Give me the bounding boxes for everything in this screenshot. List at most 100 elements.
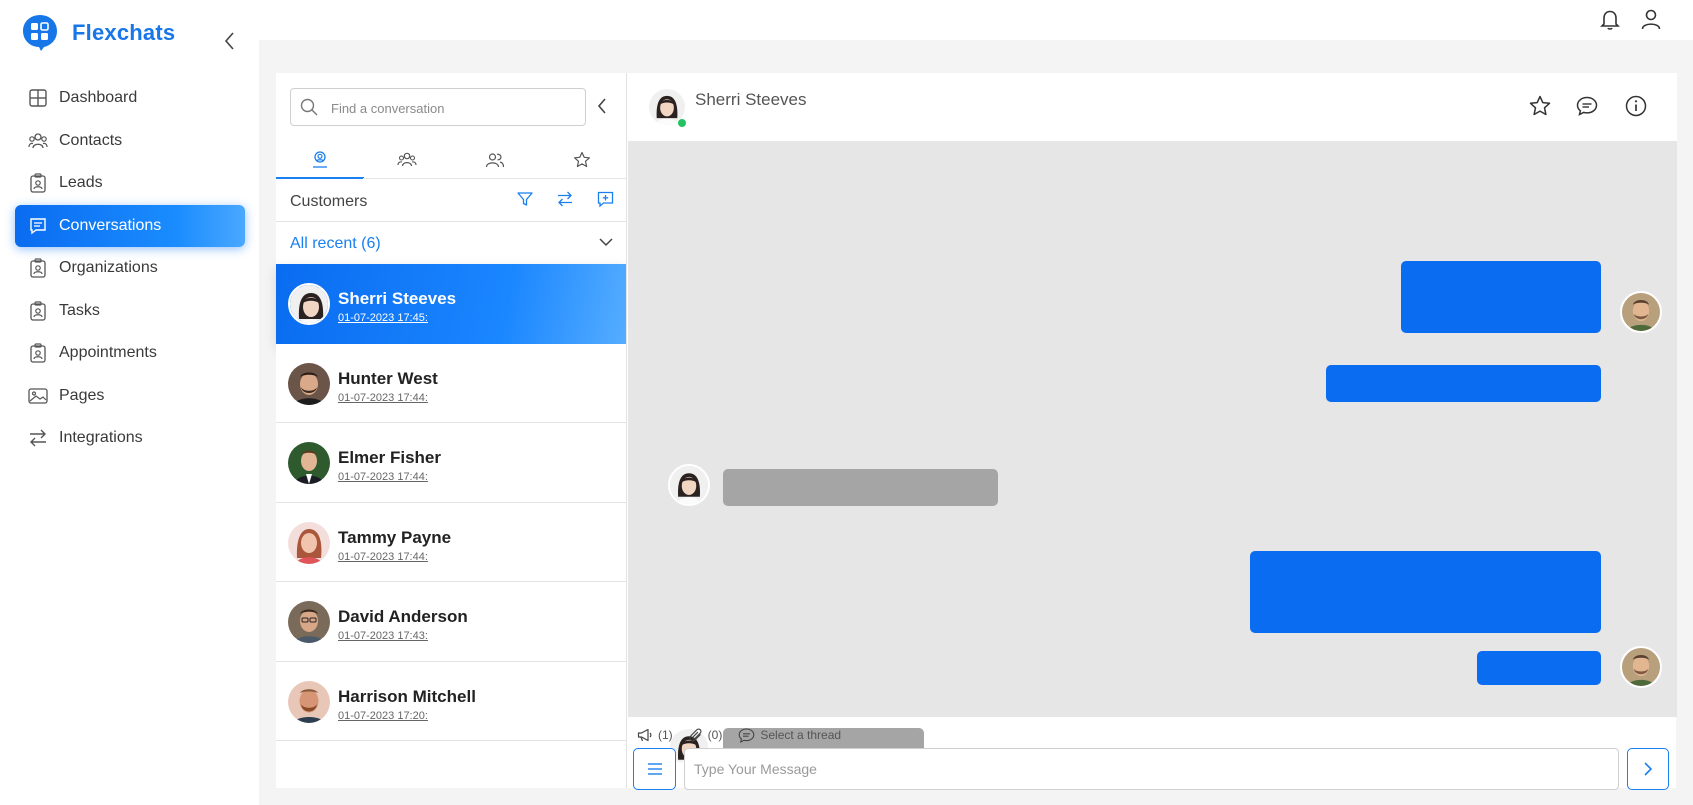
- contact-name: Tammy Payne: [338, 527, 452, 547]
- announcements-toggle[interactable]: (1): [637, 728, 673, 742]
- sidebar-item-label: Integrations: [59, 429, 143, 446]
- sidebar-item-organizations[interactable]: Organizations: [15, 247, 245, 289]
- sidebar-item-label: Organizations: [59, 259, 158, 276]
- sidebar-item-appointments[interactable]: Appointments: [15, 332, 245, 374]
- thread-label: Select a thread: [760, 728, 842, 742]
- sidebar-item-label: Leads: [59, 174, 103, 191]
- team-icon: [485, 152, 504, 167]
- sidebar-item-pages[interactable]: Pages: [15, 375, 245, 417]
- sidebar-item-label: Contacts: [59, 131, 123, 149]
- sidebar-item-label: Pages: [59, 386, 105, 404]
- badge-icon: [28, 173, 48, 193]
- contact-name: Sherri Steeves: [338, 289, 457, 308]
- sidebar-item-contacts[interactable]: Contacts: [15, 120, 245, 162]
- send-button[interactable]: [1627, 748, 1669, 790]
- avatar: [288, 680, 330, 723]
- contact-name: Hunter West: [338, 368, 438, 388]
- sidebar-item-tasks[interactable]: Tasks: [15, 290, 245, 332]
- star-icon[interactable]: [1528, 94, 1552, 118]
- conversation-list-panel: Customers All recent (6) Sherri Steeves …: [276, 73, 626, 788]
- contact-name: Harrison Mitchell: [338, 686, 476, 706]
- online-status-indicator: [677, 118, 687, 128]
- outgoing-message: [1250, 551, 1601, 633]
- customer-icon: [312, 151, 327, 168]
- list-item[interactable]: Hunter West 01-07-2023 17:44:: [276, 343, 626, 423]
- star-icon: [574, 151, 591, 167]
- tab-customers[interactable]: [276, 141, 364, 179]
- attachments-count: (0): [707, 728, 723, 742]
- avatar: [668, 464, 710, 506]
- chat-panel: Sherri Steeves (1) (0) Select a thread T…: [626, 73, 1677, 790]
- list-item[interactable]: Sherri Steeves 01-07-2023 17:45:: [276, 264, 626, 344]
- search-input[interactable]: [331, 98, 571, 118]
- tabs-divider: [363, 178, 626, 179]
- sidebar-item-conversations[interactable]: Conversations: [15, 204, 245, 247]
- conversation-time: 01-07-2023 17:44:: [338, 471, 428, 483]
- top-bar: [259, 0, 1693, 40]
- list-item[interactable]: Harrison Mitchell 01-07-2023 17:20:: [276, 661, 626, 741]
- message-input[interactable]: [684, 748, 1619, 790]
- outgoing-message: [1401, 261, 1601, 333]
- badge-icon: [28, 343, 48, 363]
- incoming-message: [723, 469, 998, 506]
- sidebar-item-label: Conversations: [59, 216, 162, 234]
- chat-bubble-icon[interactable]: [1575, 94, 1599, 118]
- megaphone-icon: [637, 728, 652, 742]
- new-chat-icon[interactable]: [594, 188, 616, 210]
- tab-groups[interactable]: [364, 141, 452, 179]
- logo[interactable]: Flexchats: [22, 14, 175, 52]
- outgoing-message: [1326, 365, 1601, 402]
- section-title: Customers: [290, 193, 368, 210]
- conversation-time: 01-07-2023 17:44:: [338, 391, 428, 404]
- chat-icon: [28, 216, 48, 236]
- conversation-search: [290, 88, 586, 126]
- contact-name: Elmer Fisher: [338, 448, 441, 467]
- conversation-time: 01-07-2023 17:45:: [338, 312, 428, 324]
- chat-bubble-icon: [738, 727, 755, 743]
- composer-meta: (1) (0) Select a thread: [637, 725, 857, 745]
- announcements-count: (1): [658, 728, 673, 742]
- avatar: [288, 521, 330, 564]
- swap-icon[interactable]: [554, 188, 576, 210]
- sidebar: Flexchats Dashboard Contacts Leads Conve…: [0, 0, 259, 805]
- customers-header: Customers: [276, 180, 626, 222]
- avatar: [1620, 646, 1662, 688]
- message-area: [628, 141, 1677, 768]
- conversation-list: Sherri Steeves 01-07-2023 17:45: Hunter …: [276, 264, 626, 741]
- recent-filter-label: All recent (6): [290, 235, 381, 252]
- filter-icon[interactable]: [514, 188, 536, 210]
- tab-team[interactable]: [451, 141, 539, 179]
- conversation-tabs: [276, 141, 626, 179]
- attachments-toggle[interactable]: (0): [689, 727, 723, 743]
- chevron-down-icon: [599, 238, 613, 247]
- sidebar-item-leads[interactable]: Leads: [15, 162, 245, 204]
- list-item[interactable]: Tammy Payne 01-07-2023 17:44:: [276, 502, 626, 582]
- image-icon: [28, 386, 48, 406]
- chat-header: Sherri Steeves: [627, 73, 1677, 141]
- swap-icon: [28, 428, 48, 448]
- bell-icon[interactable]: [1598, 7, 1622, 31]
- list-item[interactable]: Elmer Fisher 01-07-2023 17:44:: [276, 423, 626, 503]
- info-icon[interactable]: [1624, 94, 1648, 118]
- sidebar-item-dashboard[interactable]: Dashboard: [15, 77, 245, 119]
- paperclip-icon: [689, 727, 702, 741]
- composer-menu-button[interactable]: [633, 748, 676, 790]
- contact-name: David Anderson: [338, 607, 468, 626]
- sidebar-item-label: Appointments: [59, 344, 157, 361]
- avatar: [288, 601, 330, 643]
- group-icon: [397, 152, 417, 166]
- conversation-time: 01-07-2023 17:44:: [338, 550, 428, 563]
- collapse-panel-icon[interactable]: [594, 96, 610, 116]
- user-icon[interactable]: [1639, 7, 1663, 31]
- thread-selector[interactable]: Select a thread: [738, 727, 842, 743]
- sidebar-nav: Dashboard Contacts Leads Conversations O…: [15, 77, 245, 460]
- list-item[interactable]: David Anderson 01-07-2023 17:43:: [276, 582, 626, 662]
- conversation-time: 01-07-2023 17:43:: [338, 630, 428, 642]
- collapse-sidebar-icon[interactable]: [220, 30, 240, 52]
- tab-favorites[interactable]: [539, 141, 627, 179]
- sidebar-item-integrations[interactable]: Integrations: [15, 417, 245, 459]
- avatar: [288, 283, 330, 325]
- recent-filter-dropdown[interactable]: All recent (6): [276, 223, 626, 263]
- chevron-right-icon: [1644, 762, 1653, 776]
- users-icon: [28, 131, 48, 151]
